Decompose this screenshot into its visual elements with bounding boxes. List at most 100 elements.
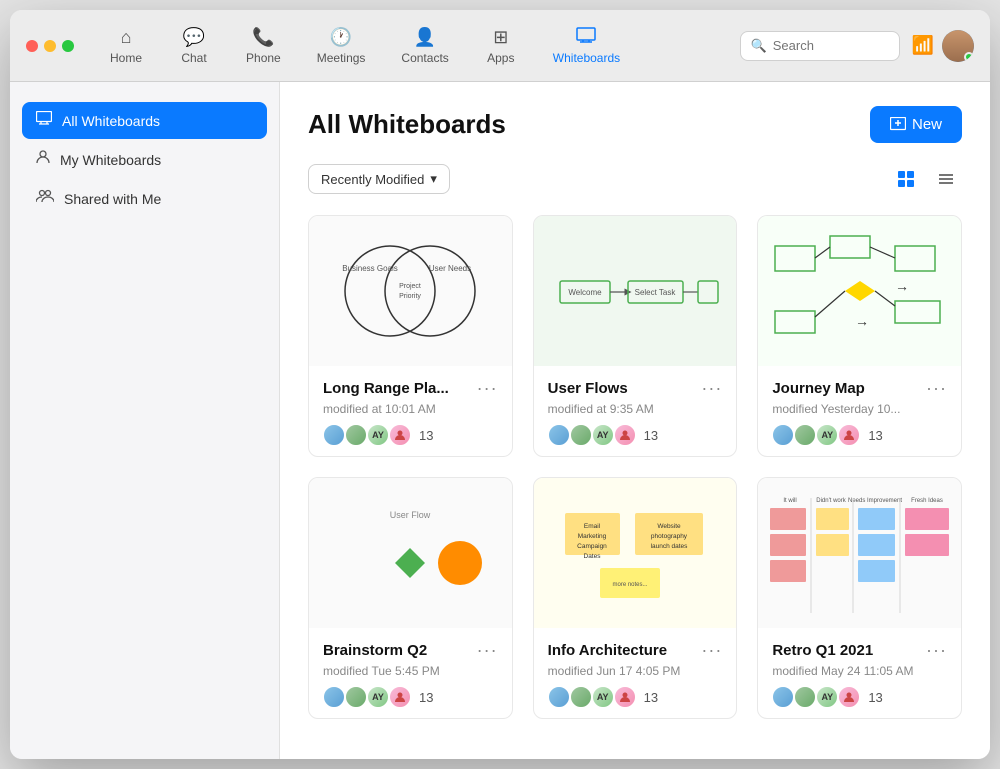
sidebar-item-all-whiteboards[interactable]: All Whiteboards: [22, 102, 267, 139]
avatar-3c: AY: [816, 424, 838, 446]
grid-icon: [897, 170, 915, 188]
tab-whiteboards[interactable]: Whiteboards: [537, 21, 636, 71]
card-participants-3: AY 13: [772, 424, 947, 446]
card-preview-5: Email Marketing Campaign Dates Website p…: [534, 478, 737, 628]
card-participants-1: AY 13: [323, 424, 498, 446]
tab-phone[interactable]: 📞 Phone: [230, 21, 297, 71]
avatar-3b: [794, 424, 816, 446]
svg-text:→: →: [855, 313, 869, 329]
tab-contacts-label: Contacts: [401, 51, 448, 65]
svg-text:Email: Email: [584, 523, 601, 530]
sort-dropdown[interactable]: Recently Modified ▾: [308, 164, 450, 194]
card-modified-2: modified at 9:35 AM: [548, 402, 723, 416]
avatar-1b: [345, 424, 367, 446]
svg-text:User Flow: User Flow: [390, 510, 431, 520]
contacts-icon: 👤: [414, 27, 436, 48]
tab-meetings[interactable]: 🕐 Meetings: [301, 21, 382, 71]
tab-apps[interactable]: ⊞ Apps: [469, 21, 533, 71]
avatar[interactable]: [942, 30, 974, 62]
participant-count-1: 13: [419, 428, 433, 443]
avatar-1d: [389, 424, 411, 446]
maximize-button[interactable]: [62, 40, 74, 52]
card-title-6: Retro Q1 2021: [772, 642, 873, 659]
wifi-icon: 📶: [912, 35, 934, 56]
tab-whiteboards-label: Whiteboards: [553, 51, 620, 65]
avatar-4c: AY: [367, 686, 389, 708]
people-icon: [36, 189, 54, 208]
tab-chat-label: Chat: [181, 51, 206, 65]
content-header: All Whiteboards New: [308, 106, 962, 143]
svg-text:It will: It will: [783, 498, 796, 504]
view-controls: [890, 163, 962, 195]
participant-count-2: 13: [644, 428, 658, 443]
whiteboard-all-icon: [36, 111, 52, 130]
card-participants-2: AY 13: [548, 424, 723, 446]
svg-text:photography: photography: [651, 533, 688, 540]
avatar-5b: [570, 686, 592, 708]
tab-home-label: Home: [110, 51, 142, 65]
avatar-6d: [838, 686, 860, 708]
avatar-area: 📶: [912, 30, 974, 62]
sidebar-item-shared-with-me[interactable]: Shared with Me: [22, 180, 267, 217]
list-view-button[interactable]: [930, 163, 962, 195]
search-input[interactable]: [773, 38, 889, 53]
card-info-3: Journey Map ··· modified Yesterday 10...…: [758, 366, 961, 456]
avatar-4d: [389, 686, 411, 708]
card-preview-6: It will Didn't work Needs Improvement Fr…: [758, 478, 961, 628]
whiteboard-card-2[interactable]: Welcome Select Task User Flows ···: [533, 215, 738, 457]
avatar-2c: AY: [592, 424, 614, 446]
participant-count-5: 13: [644, 690, 658, 705]
tab-home[interactable]: ⌂ Home: [94, 21, 158, 71]
tab-chat[interactable]: 💬 Chat: [162, 21, 226, 71]
more-options-2[interactable]: ···: [701, 378, 722, 399]
svg-text:Didn't work: Didn't work: [816, 498, 846, 504]
svg-text:Needs Improvement: Needs Improvement: [848, 498, 902, 504]
grid-view-button[interactable]: [890, 163, 922, 195]
close-button[interactable]: [26, 40, 38, 52]
tab-apps-label: Apps: [487, 51, 514, 65]
more-options-6[interactable]: ···: [926, 640, 947, 661]
card-modified-4: modified Tue 5:45 PM: [323, 664, 498, 678]
whiteboards-icon: [576, 27, 596, 48]
sidebar-item-my-whiteboards[interactable]: My Whiteboards: [22, 141, 267, 178]
content-area: All Whiteboards New Recently Modified ▾: [280, 82, 990, 759]
more-options-5[interactable]: ···: [701, 640, 722, 661]
avatar-1c: AY: [367, 424, 389, 446]
sort-label: Recently Modified: [321, 172, 424, 187]
card-title-5: Info Architecture: [548, 642, 667, 659]
whiteboard-card-1[interactable]: Business Goals User Needs Project Priori…: [308, 215, 513, 457]
svg-text:Website: Website: [657, 523, 681, 530]
svg-text:Welcome: Welcome: [568, 288, 602, 297]
participant-count-6: 13: [868, 690, 882, 705]
avatar-3a: [772, 424, 794, 446]
list-icon: [937, 170, 955, 188]
card-modified-5: modified Jun 17 4:05 PM: [548, 664, 723, 678]
avatar-5d: [614, 686, 636, 708]
card-title-1: Long Range Pla...: [323, 380, 449, 397]
chat-icon: 💬: [183, 27, 205, 48]
whiteboard-card-6[interactable]: It will Didn't work Needs Improvement Fr…: [757, 477, 962, 719]
avatar-4b: [345, 686, 367, 708]
search-box[interactable]: 🔍: [740, 31, 900, 61]
avatar-3d: [838, 424, 860, 446]
new-whiteboard-button[interactable]: New: [870, 106, 962, 143]
avatar-2b: [570, 424, 592, 446]
online-badge: [964, 52, 974, 62]
card-preview-3: → →: [758, 216, 961, 366]
whiteboard-card-4[interactable]: User Flow Brainstorm Q2 ··· modified Tu: [308, 477, 513, 719]
more-options-1[interactable]: ···: [477, 378, 498, 399]
card-title-2: User Flows: [548, 380, 628, 397]
participant-count-4: 13: [419, 690, 433, 705]
apps-icon: ⊞: [493, 27, 508, 48]
more-options-4[interactable]: ···: [477, 640, 498, 661]
minimize-button[interactable]: [44, 40, 56, 52]
whiteboard-card-3[interactable]: → → Journey Map ··· modified Yesterday 1…: [757, 215, 962, 457]
whiteboard-card-5[interactable]: Email Marketing Campaign Dates Website p…: [533, 477, 738, 719]
tab-contacts[interactable]: 👤 Contacts: [385, 21, 464, 71]
card-title-4: Brainstorm Q2: [323, 642, 427, 659]
svg-text:Project: Project: [399, 283, 421, 290]
new-button-label: New: [912, 116, 942, 133]
card-preview-1: Business Goals User Needs Project Priori…: [309, 216, 512, 366]
more-options-3[interactable]: ···: [926, 378, 947, 399]
avatar-5c: AY: [592, 686, 614, 708]
